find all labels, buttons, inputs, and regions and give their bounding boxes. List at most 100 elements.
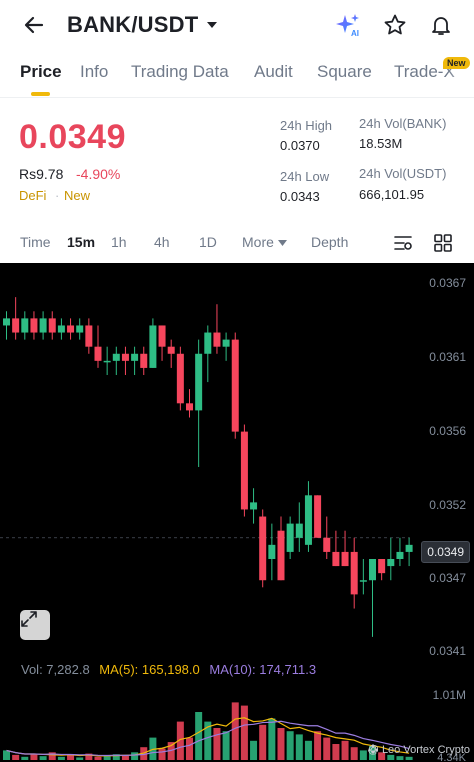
grid-icon	[434, 234, 452, 252]
low-value: 0.0343	[280, 189, 320, 204]
volume-bar	[231, 702, 239, 760]
watermark-text: @ Leo Vortex Crypto	[367, 744, 470, 756]
bell-icon	[432, 17, 450, 35]
volume-bar	[250, 740, 258, 760]
candle-body	[250, 502, 258, 510]
pair-selector[interactable]: BANK/USDT	[67, 9, 218, 41]
fullscreen-button[interactable]	[20, 610, 50, 640]
volume-bar	[314, 731, 322, 760]
candle-body	[3, 318, 10, 326]
candle-body	[240, 431, 248, 510]
ai-button[interactable]: AI	[332, 9, 364, 41]
volume-bar	[3, 750, 10, 760]
candle-body	[167, 346, 175, 354]
volume-bar	[332, 744, 340, 760]
candle-body	[85, 325, 93, 347]
candle-body	[341, 551, 349, 567]
candle-body	[277, 530, 285, 581]
back-button[interactable]	[18, 9, 50, 41]
volume-bar	[359, 750, 367, 760]
candle-body	[48, 318, 56, 333]
volume-bar	[131, 752, 139, 760]
candle-body	[121, 353, 129, 361]
last-price: 0.0349	[19, 118, 126, 156]
tab-trading-data[interactable]: Trading Data	[131, 62, 229, 82]
candle-body	[213, 332, 221, 347]
interval-4h[interactable]: 4h	[154, 234, 170, 250]
active-tab-indicator	[31, 92, 50, 96]
volume-bar	[396, 756, 404, 760]
volume-bar	[76, 757, 84, 760]
volume-max-label: 1.01M	[432, 688, 466, 702]
candle-body	[332, 551, 340, 567]
candle-body	[231, 339, 239, 432]
volume-bar	[195, 712, 203, 760]
interval-15m[interactable]: 15m	[67, 234, 95, 250]
tag-new[interactable]: New	[64, 188, 90, 203]
vol-quote-label: 24h Vol(USDT)	[359, 166, 447, 181]
volume-bar	[67, 754, 75, 760]
tab-audit[interactable]: Audit	[254, 62, 293, 82]
volume-bar	[268, 718, 276, 760]
candlestick-chart[interactable]: 0.0367 0.0361 0.0356 0.0352 0.0347 0.034…	[0, 263, 474, 762]
candle-body	[323, 537, 331, 552]
candle-body	[304, 495, 312, 545]
candle-body	[112, 353, 120, 361]
interval-1h[interactable]: 1h	[111, 234, 127, 250]
volume-bar	[12, 754, 20, 760]
candle-body	[186, 403, 193, 411]
vol-base-value: 18.53M	[359, 136, 403, 151]
interval-1d[interactable]: 1D	[199, 234, 217, 250]
layout-grid-button[interactable]	[431, 231, 455, 255]
svg-text:AI: AI	[351, 29, 359, 38]
volume-label: Vol: 7,282.8	[21, 662, 90, 677]
low-label: 24h Low	[280, 169, 330, 184]
candle-body	[21, 318, 29, 333]
candle-body	[103, 360, 111, 363]
volume-bar	[259, 724, 267, 760]
tab-price[interactable]: Price	[20, 62, 62, 82]
tab-info[interactable]: Info	[80, 62, 108, 82]
volume-bar	[103, 756, 111, 760]
volume-bar	[277, 728, 285, 760]
candle-body	[158, 325, 166, 347]
volume-bar	[158, 748, 166, 760]
high-value: 0.0370	[280, 138, 320, 153]
volume-bar	[240, 705, 248, 760]
interval-more[interactable]: More	[242, 234, 287, 250]
candle-body	[359, 580, 367, 582]
candle-body	[259, 516, 267, 581]
volume-indicator-row: Vol: 7,282.8 MA(5): 165,198.0 MA(10): 17…	[21, 662, 322, 677]
volume-bar	[57, 756, 65, 760]
alert-button[interactable]	[425, 9, 457, 41]
candle-body	[67, 325, 75, 333]
tab-square[interactable]: Square	[317, 62, 372, 82]
high-label: 24h High	[280, 118, 333, 133]
favorite-button[interactable]	[379, 9, 411, 41]
volume-bar	[323, 737, 331, 760]
volume-bar	[21, 756, 29, 760]
candle-body	[76, 325, 84, 333]
expand-icon	[21, 611, 37, 627]
candle-body	[131, 353, 139, 361]
depth-tab[interactable]: Depth	[311, 234, 348, 250]
caret-down-icon	[277, 240, 287, 246]
fiat-price: Rs9.78	[19, 166, 64, 182]
tag-defi[interactable]: DeFi	[19, 188, 46, 203]
volume-bar	[213, 728, 221, 760]
y-axis-label: 0.0347	[429, 571, 466, 585]
interval-bar: Time 15m 1h 4h 1D More Depth	[0, 230, 474, 256]
y-axis-label: 0.0361	[429, 350, 466, 364]
candle-body	[350, 551, 358, 595]
volume-bar	[121, 755, 129, 760]
interval-time[interactable]: Time	[20, 234, 51, 250]
candle-body	[39, 318, 47, 333]
ma10-label: MA(10): 174,711.3	[209, 662, 317, 677]
tag-separator: ·	[55, 188, 60, 203]
indicator-settings-button[interactable]	[391, 231, 415, 255]
volume-bar	[341, 740, 349, 760]
volume-bar	[286, 731, 294, 760]
indicator-settings-icon	[394, 236, 412, 250]
candle-body	[378, 559, 386, 574]
pair-name: BANK/USDT	[67, 12, 199, 37]
